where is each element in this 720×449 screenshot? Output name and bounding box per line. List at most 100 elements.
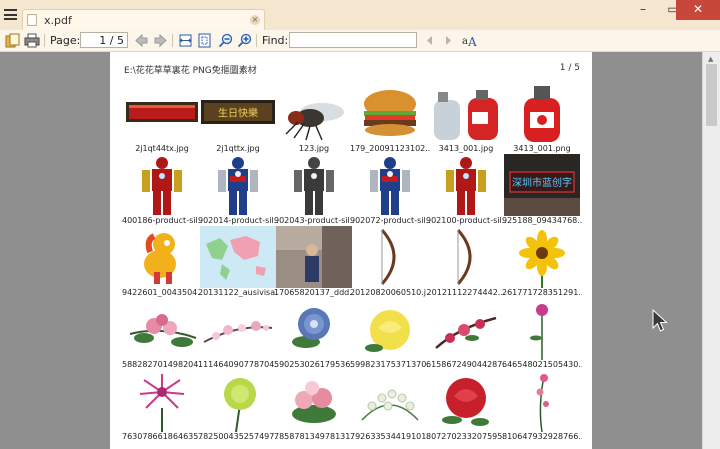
red-banner-icon bbox=[124, 82, 200, 144]
thumbnail-caption: 599823175371370... bbox=[350, 360, 430, 369]
thumbnail-item[interactable]: 3413_001.png bbox=[504, 82, 580, 156]
find-label: Find: bbox=[262, 34, 289, 47]
thumbnail-item[interactable]: 20121112274442... bbox=[426, 226, 506, 300]
thumbnail-item[interactable]: 588282701498204... bbox=[122, 298, 202, 372]
thumbnail-item[interactable]: 17065820137_ddd... bbox=[274, 226, 354, 300]
thumbnail-caption: 902043-product-sil... bbox=[274, 216, 354, 225]
thumbnail-item[interactable]: 615867249044287... bbox=[426, 298, 506, 372]
iron-patriot-icon bbox=[200, 154, 276, 216]
thumbnail-item[interactable]: 646548021505430... bbox=[502, 298, 582, 372]
thumbnail-caption: 615867249044287... bbox=[426, 360, 506, 369]
page-number-input[interactable]: 1 / 5 bbox=[80, 32, 128, 48]
thumbnail-item[interactable]: 599823175371370... bbox=[350, 298, 430, 372]
thumbnail-item[interactable]: 生日快樂 2j1qttx.jpg bbox=[200, 82, 276, 156]
thumbnail-item[interactable]: 20131122_ausivisa... bbox=[198, 226, 278, 300]
thumbnail-item[interactable]: 2j1qt44tx.jpg bbox=[124, 82, 200, 156]
thumbnail-item[interactable]: 807270233207595... bbox=[426, 370, 506, 444]
thumbnail-item[interactable]: 111464090778704... bbox=[198, 298, 278, 372]
page-label: Page: bbox=[50, 34, 81, 47]
thumbnail-caption: 17065820137_ddd... bbox=[274, 288, 354, 297]
thumbnail-caption: 123.jpg bbox=[298, 144, 330, 153]
thumbnail-caption: 902100-product-sil... bbox=[426, 216, 506, 225]
thumbnail-caption: 3413_001.jpg bbox=[438, 144, 494, 153]
print-icon[interactable] bbox=[24, 33, 40, 48]
thumbnail-item[interactable]: 590253026179536... bbox=[274, 298, 354, 372]
iron-man-icon bbox=[428, 154, 504, 216]
iron-man-icon bbox=[124, 154, 200, 216]
vertical-scrollbar[interactable]: ▲ bbox=[702, 52, 720, 449]
find-input[interactable] bbox=[289, 32, 417, 48]
thumbnail-caption: 3413_001.png bbox=[513, 144, 571, 153]
open-file-icon[interactable] bbox=[5, 33, 21, 48]
thumbnail-caption: 785878134978131... bbox=[274, 432, 354, 441]
next-page-icon[interactable] bbox=[153, 33, 168, 48]
thumbnail-caption: 20131122_ausivisa... bbox=[198, 288, 278, 297]
find-previous-icon[interactable] bbox=[424, 33, 436, 48]
zoom-in-icon[interactable] bbox=[237, 33, 252, 48]
white-flowers-icon bbox=[352, 370, 428, 432]
fit-page-icon[interactable] bbox=[197, 33, 212, 48]
thumbnail-item[interactable]: 763078661864635... bbox=[122, 370, 202, 444]
thumbnail-caption: 9422601_0043504... bbox=[122, 288, 202, 297]
thumbnail-item[interactable]: 810647932928766... bbox=[502, 370, 582, 444]
pdf-page: E:\花花草草裏花 PNG免摳圖素材 1 / 5 2j1qt44tx.jpg 生日… bbox=[110, 52, 592, 449]
blossom-branch-icon bbox=[200, 298, 276, 360]
thumbnail-item[interactable]: 123.jpg bbox=[276, 82, 352, 156]
thumbnail-caption: 902072-product-sil... bbox=[350, 216, 430, 225]
birthday-banner-icon: 生日快樂 bbox=[200, 82, 276, 144]
close-window-button[interactable]: ✕ bbox=[676, 0, 720, 20]
match-case-icon[interactable]: a A bbox=[461, 33, 477, 48]
thumbnail-caption: 2j1qt44tx.jpg bbox=[135, 144, 189, 153]
thumbnail-item[interactable]: 902014-product-sil... bbox=[198, 154, 278, 228]
pink-flowers-icon bbox=[124, 298, 200, 360]
thumbnail-item[interactable]: 179_20091123102... bbox=[350, 82, 430, 156]
thumbnail-caption: 792633534419101... bbox=[350, 432, 430, 441]
hamburger-menu-icon[interactable] bbox=[4, 9, 17, 20]
toolbar-separator bbox=[256, 34, 257, 47]
thumbnail-item[interactable]: 3413_001.jpg bbox=[428, 82, 504, 156]
thumbnail-item[interactable]: 902043-product-sil... bbox=[274, 154, 354, 228]
document-tab[interactable]: x.pdf × bbox=[22, 9, 265, 30]
bow-icon bbox=[428, 226, 504, 288]
pink-stem-icon bbox=[504, 370, 580, 432]
thumbnail-item[interactable]: 782500435257497... bbox=[198, 370, 278, 444]
thumbnail-caption: 111464090778704... bbox=[198, 360, 278, 369]
thumbnail-item[interactable]: 9422601_0043504... bbox=[122, 226, 202, 300]
thumbnail-item[interactable]: 深圳市蓝创字 925188_09434768... bbox=[502, 154, 582, 228]
blue-flower-icon bbox=[276, 298, 352, 360]
toolbar-separator bbox=[44, 34, 45, 47]
previous-page-icon[interactable] bbox=[134, 33, 149, 48]
scroll-up-icon[interactable]: ▲ bbox=[708, 55, 713, 63]
yellow-rose-icon bbox=[352, 298, 428, 360]
thumbnail-caption: 925188_09434768... bbox=[502, 216, 582, 225]
red-rose-icon bbox=[428, 370, 504, 432]
thumbnail-item[interactable]: 902100-product-sil... bbox=[426, 154, 506, 228]
toolbar: Page: 1 / 5 Find: a A bbox=[0, 30, 720, 52]
rose-bouquet-icon bbox=[276, 370, 352, 432]
thumbnail-item[interactable]: 792633534419101... bbox=[350, 370, 430, 444]
tab-title: x.pdf bbox=[44, 14, 72, 27]
find-next-icon[interactable] bbox=[442, 33, 454, 48]
thumbnail-caption: 646548021505430... bbox=[502, 360, 582, 369]
thumbnail-item[interactable]: 20120820060510.j... bbox=[350, 226, 430, 300]
thumbnail-item[interactable]: 261771728351291... bbox=[502, 226, 582, 300]
green-chrysanthemum-icon bbox=[200, 370, 276, 432]
zoom-out-icon[interactable] bbox=[218, 33, 233, 48]
fit-width-icon[interactable] bbox=[178, 33, 193, 48]
thumbnail-caption: 810647932928766... bbox=[502, 432, 582, 441]
gas-tanks-icon bbox=[428, 82, 504, 144]
sunflower-icon bbox=[504, 226, 580, 288]
minimize-button[interactable]: – bbox=[628, 0, 658, 20]
single-flower-icon bbox=[504, 298, 580, 360]
thumbnail-item[interactable]: 785878134978131... bbox=[274, 370, 354, 444]
thumbnail-item[interactable]: 400186-product-sil... bbox=[122, 154, 202, 228]
tab-close-icon[interactable]: × bbox=[250, 15, 260, 25]
thumbnail-caption: 782500435257497... bbox=[198, 432, 278, 441]
scrollbar-thumb[interactable] bbox=[706, 64, 717, 126]
thumbnail-caption: 20121112274442... bbox=[426, 288, 506, 297]
neon-sign-icon: 深圳市蓝创字 bbox=[504, 154, 580, 216]
title-bar: x.pdf × – ▭ ✕ bbox=[0, 0, 720, 30]
page-header-number: 1 / 5 bbox=[559, 63, 580, 73]
thumbnail-item[interactable]: 902072-product-sil... bbox=[350, 154, 430, 228]
thumbnail-caption: 20120820060510.j... bbox=[350, 288, 430, 297]
